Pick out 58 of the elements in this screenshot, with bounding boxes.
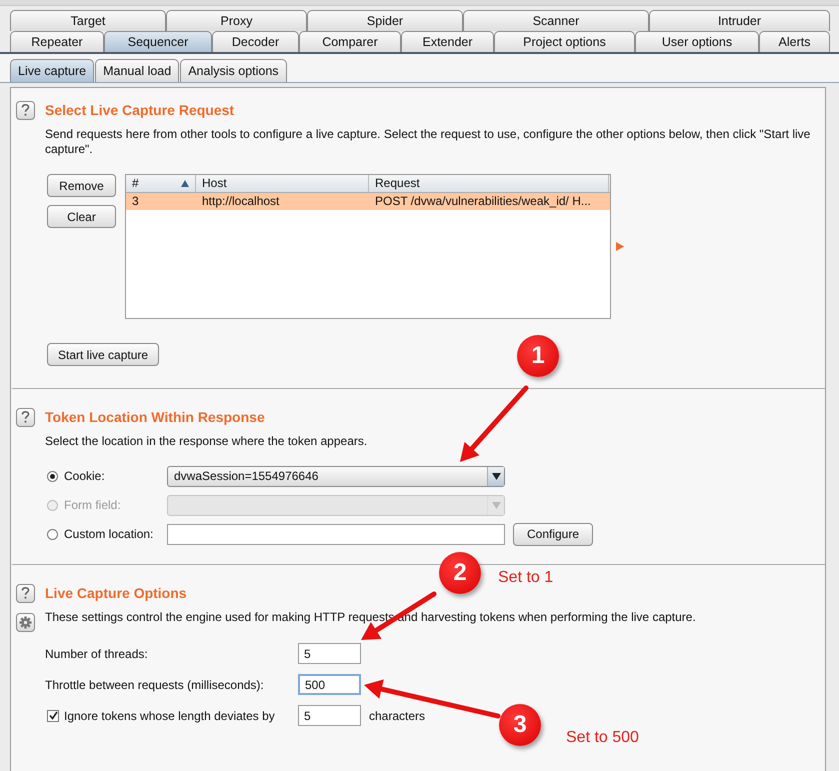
tab[interactable]: User options	[635, 31, 759, 52]
radio-button[interactable]	[47, 470, 58, 482]
tab[interactable]: Project options	[494, 31, 635, 52]
tab[interactable]: Intruder	[649, 10, 830, 31]
tab[interactable]: Comparer	[299, 31, 401, 52]
column-header[interactable]: Request	[369, 175, 609, 192]
settings-icon[interactable]	[16, 613, 35, 632]
help-icon[interactable]	[16, 584, 35, 603]
field-label: Ignore tokens whose length deviates by	[64, 708, 275, 724]
column-label: #	[132, 175, 139, 192]
option-label: Form field:	[64, 497, 121, 514]
section-title: Token Location Within Response	[45, 408, 266, 427]
tab[interactable]: Spider	[307, 10, 463, 31]
help-icon[interactable]	[16, 101, 35, 120]
section-description: Send requests here from other tools to configure a live capture. Select the request to use, configure the other options below, then click "Start live capture".	[45, 127, 812, 157]
field-label: Number of threads:	[45, 646, 148, 662]
subtab[interactable]: Manual load	[95, 59, 180, 82]
option-label: Custom location:	[64, 526, 154, 543]
start-capture-button[interactable]: Start live capture	[47, 343, 160, 366]
number-field[interactable]: 5	[298, 643, 361, 664]
table-action-button[interactable]: Clear	[47, 205, 116, 228]
help-icon[interactable]	[16, 408, 35, 427]
table-cell-text: 3	[131, 193, 140, 210]
tab[interactable]: Extender	[401, 31, 494, 52]
section-title: Select Live Capture Request	[45, 101, 236, 120]
tab[interactable]: Decoder	[212, 31, 299, 52]
column-header[interactable]: Host	[196, 175, 369, 192]
tab[interactable]: Scanner	[463, 10, 649, 31]
tab[interactable]: Sequencer	[104, 31, 212, 52]
number-field[interactable]: 500	[298, 674, 361, 695]
configure-button[interactable]: Configure	[513, 522, 593, 546]
tab[interactable]: Repeater	[10, 31, 104, 52]
radio-button[interactable]	[47, 528, 58, 540]
field-suffix: characters	[369, 708, 426, 724]
section-description: Select the location in the response where the token appears.	[45, 434, 368, 449]
subtab[interactable]: Live capture	[10, 59, 94, 82]
annotation-note: Set to 1	[498, 568, 554, 588]
number-field[interactable]: 5	[298, 705, 361, 726]
column-header[interactable]: #	[126, 175, 196, 192]
section-title: Live Capture Options	[45, 584, 188, 603]
column-label: Request	[375, 175, 420, 192]
option-label: Cookie:	[64, 468, 105, 485]
checkbox[interactable]	[47, 710, 59, 722]
tab[interactable]: Proxy	[166, 10, 307, 31]
table-action-button[interactable]: Remove	[47, 174, 116, 197]
field-label: Throttle between requests (milliseconds):	[45, 676, 264, 694]
expand-arrow-icon[interactable]	[616, 242, 624, 251]
caret-icon[interactable]	[492, 472, 500, 480]
text-field[interactable]	[167, 524, 505, 544]
annotation-note: Set to 500	[566, 728, 639, 748]
subtab[interactable]: Analysis options	[180, 59, 287, 82]
tab[interactable]: Alerts	[759, 31, 830, 52]
table-cell-text: POST /dvwa/vulnerabilities/weak_id/ H...	[374, 193, 592, 210]
table-row[interactable]: 3 http://localhost POST /dvwa/vulnerabilities/weak_id/ H...	[126, 193, 610, 210]
column-label: Host	[202, 175, 227, 192]
table-cell-text: http://localhost	[201, 193, 280, 210]
dropdown[interactable]: dvwaSession=1554976646	[167, 466, 505, 486]
tab[interactable]: Target	[10, 10, 166, 31]
